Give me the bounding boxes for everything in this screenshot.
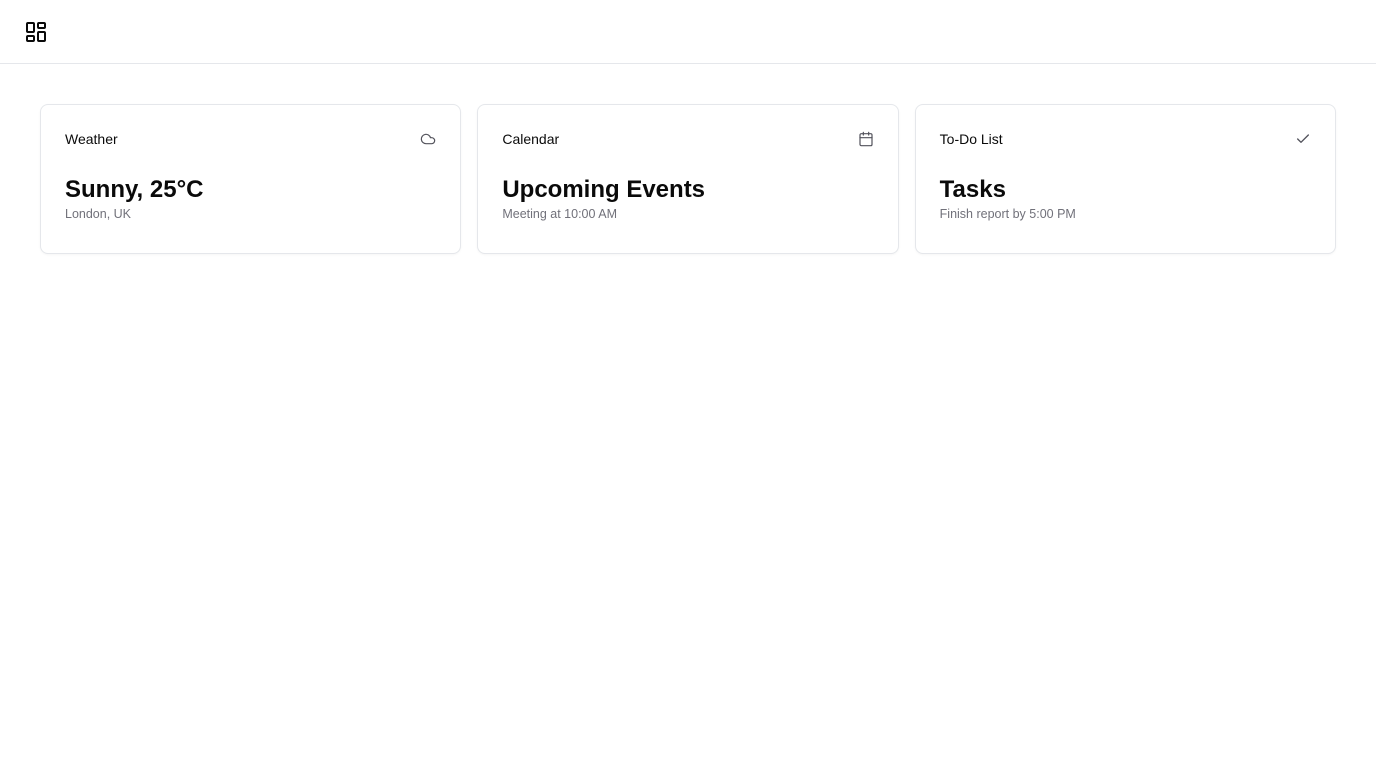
card-title: Calendar <box>502 131 560 147</box>
calendar-icon <box>858 131 874 147</box>
check-icon <box>1295 131 1311 147</box>
card-header: Calendar <box>502 129 873 149</box>
calendar-card: Calendar Upcoming Events Meeting at 10:0… <box>477 104 899 254</box>
card-title: To-Do List <box>939 131 1003 147</box>
dashboard-grid-icon[interactable] <box>24 20 48 44</box>
todo-heading: Tasks <box>939 176 1006 203</box>
calendar-heading: Upcoming Events <box>502 176 706 203</box>
calendar-event: Meeting at 10:00 AM <box>502 207 617 221</box>
card-header: Weather <box>65 129 436 149</box>
todo-card: To-Do List Tasks Finish report by 5:00 P… <box>914 104 1336 254</box>
weather-condition: Sunny, 25°C <box>65 176 204 203</box>
todo-task: Finish report by 5:00 PM <box>939 207 1076 221</box>
weather-card: Weather Sunny, 25°C London, UK <box>40 104 462 254</box>
cloud-icon <box>420 131 436 147</box>
card-title: Weather <box>65 131 118 147</box>
dashboard-cards: Weather Sunny, 25°C London, UK Calendar … <box>0 64 1376 254</box>
top-bar <box>0 0 1376 64</box>
weather-location: London, UK <box>65 207 132 221</box>
card-header: To-Do List <box>940 129 1311 149</box>
